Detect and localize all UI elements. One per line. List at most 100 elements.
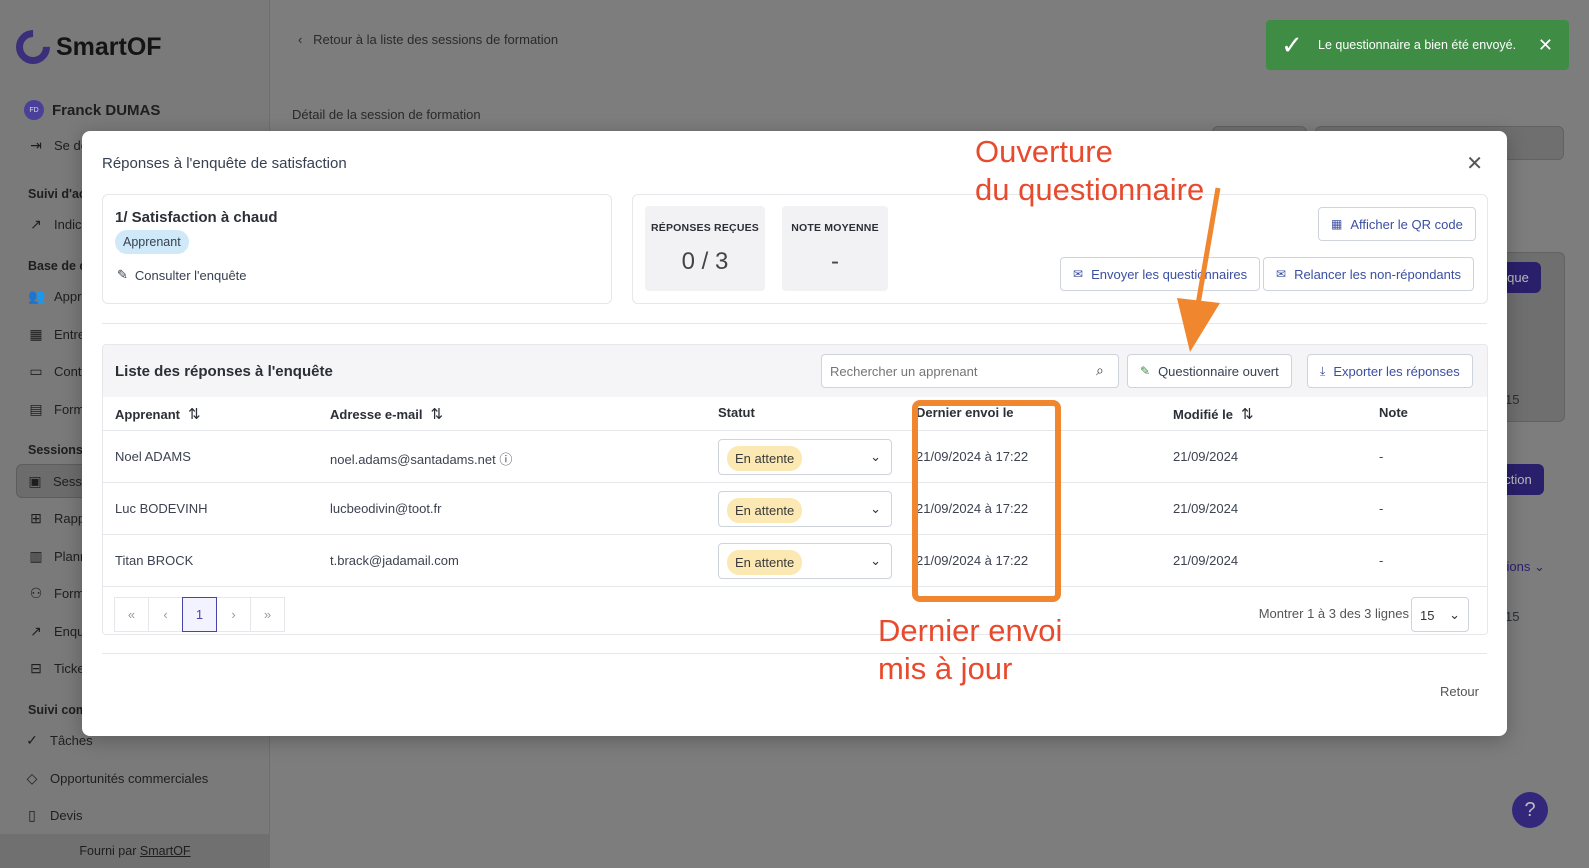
brand-logo[interactable]: SmartOF xyxy=(8,22,162,72)
modal-title: Réponses à l'enquête de satisfaction xyxy=(102,155,347,172)
chevron-down-icon: ⌄ xyxy=(870,501,881,516)
table-row: Luc BODEVINH lucbeodivin@toot.fr En atte… xyxy=(103,482,1487,534)
user-profile[interactable]: FD Franck DUMAS xyxy=(24,100,160,120)
pencil-icon: ✎ xyxy=(117,267,128,282)
users-icon: 👥 xyxy=(28,288,46,304)
sort-icon: ⇅ xyxy=(1240,406,1254,423)
sidebar-item-enquetes[interactable]: ↗ Enqu xyxy=(28,623,84,640)
modified-date: 21/09/2024 xyxy=(1173,449,1239,464)
status-select[interactable]: En attente ⌄ xyxy=(718,491,892,527)
logout-icon: ⇥ xyxy=(30,137,42,153)
success-toast: ✓ Le questionnaire a bien été envoyé. ✕ xyxy=(1266,20,1569,70)
first-page-button[interactable]: « xyxy=(114,597,149,632)
column-header-modifie[interactable]: Modifié le ⇅ xyxy=(1173,405,1254,423)
back-to-sessions-link[interactable]: ‹ Retour à la liste des sessions de form… xyxy=(298,32,558,47)
avatar: FD xyxy=(24,100,44,120)
note-value: - xyxy=(1379,449,1384,464)
chart-icon: ↗ xyxy=(30,623,42,639)
stat-average-note: NOTE MOYENNE - xyxy=(782,206,888,291)
divider xyxy=(102,323,1487,324)
check-circle-icon: ✓ xyxy=(26,732,38,748)
page-size-select[interactable]: 15 ⌄ xyxy=(1411,597,1469,632)
survey-info-card: 1/ Satisfaction à chaud Apprenant ✎ Consu… xyxy=(102,194,612,304)
modal-close-icon[interactable]: ✕ xyxy=(1466,151,1483,176)
status-select[interactable]: En attente ⌄ xyxy=(718,439,892,475)
send-questionnaires-button[interactable]: ✉ Envoyer les questionnaires xyxy=(1060,257,1261,291)
pagination: « ‹ 1 › » xyxy=(114,597,285,632)
user-name: Franck DUMAS xyxy=(52,101,161,119)
sidebar-item-apprenants[interactable]: 👥 Appre xyxy=(28,288,89,305)
search-input[interactable] xyxy=(821,354,1119,388)
column-header-statut: Statut xyxy=(718,405,755,420)
sidebar-item-planning[interactable]: ▥ Planr xyxy=(28,548,84,565)
annotation-highlight-box xyxy=(912,400,1061,602)
search-icon: ⌕ xyxy=(1096,362,1104,378)
show-qr-code-button[interactable]: ▦ Afficher le QR code xyxy=(1318,207,1476,241)
prev-page-button[interactable]: ‹ xyxy=(148,597,183,632)
logo-icon xyxy=(8,22,58,72)
sidebar-item-taches[interactable]: ✓ Tâches xyxy=(24,732,93,749)
export-responses-button[interactable]: ⤓ Exporter les réponses xyxy=(1307,354,1473,388)
info-icon[interactable]: ⓘ xyxy=(499,452,512,467)
learner-name: Titan BROCK xyxy=(115,553,194,568)
mail-icon: ✉ xyxy=(1073,267,1084,281)
status-select[interactable]: En attente ⌄ xyxy=(718,543,892,579)
footer-link[interactable]: SmartOF xyxy=(140,844,191,858)
annotation-open: Ouverture du questionnaire xyxy=(975,134,1205,207)
status-badge: En attente xyxy=(727,498,803,523)
bg-pagesize-2: 15 xyxy=(1505,609,1520,624)
mail-icon: ✉ xyxy=(1276,267,1287,281)
learner-email: noel.adams@santadams.net ⓘ xyxy=(330,452,513,467)
last-page-button[interactable]: » xyxy=(250,597,285,632)
download-icon: ⤓ xyxy=(1320,363,1326,378)
toast-close-icon[interactable]: ✕ xyxy=(1538,35,1553,56)
sidebar-item-indicateurs[interactable]: ↗ Indica xyxy=(28,216,89,233)
sidebar-item-rapports[interactable]: ⊞ Rapp xyxy=(28,510,85,527)
building-icon: ▦ xyxy=(29,326,43,342)
next-page-button[interactable]: › xyxy=(216,597,251,632)
session-detail-label: Détail de la session de formation xyxy=(292,107,481,122)
note-value: - xyxy=(1379,553,1384,568)
column-header-note: Note xyxy=(1379,405,1408,420)
sort-icon: ⇅ xyxy=(188,406,201,423)
sidebar-section-base: Base de c xyxy=(28,259,87,273)
sidebar-item-tickets[interactable]: ⊟ Ticke xyxy=(28,660,84,677)
chevron-down-icon: ⌄ xyxy=(1449,607,1460,622)
consult-survey-link[interactable]: ✎ Consulter l'enquête xyxy=(117,267,247,283)
stat-responses: RÉPONSES REÇUES 0 / 3 xyxy=(645,206,765,291)
sidebar-section-sessions: Sessions xyxy=(28,443,83,457)
sidebar-item-opportunites[interactable]: ◇ Opportunités commerciales xyxy=(24,770,209,787)
pencil-icon: ✎ xyxy=(1140,364,1151,378)
column-header-email[interactable]: Adresse e-mail ⇅ xyxy=(330,405,443,423)
chevron-down-icon: ⌄ xyxy=(870,449,881,464)
sidebar-item-formateurs[interactable]: ⚇ Form xyxy=(28,585,85,602)
check-icon: ✓ xyxy=(1281,30,1303,60)
help-button[interactable]: ? xyxy=(1512,792,1548,828)
annotation-last-sent: Dernier envoi mis à jour xyxy=(878,613,1063,686)
learner-email: lucbeodivin@toot.fr xyxy=(330,501,442,516)
remind-non-respondents-button[interactable]: ✉ Relancer les non-répondants xyxy=(1263,257,1474,291)
open-questionnaire-button[interactable]: ✎ Questionnaire ouvert xyxy=(1127,354,1292,388)
sidebar-item-contacts[interactable]: ▭ Conta xyxy=(28,363,88,380)
page-1-button[interactable]: 1 xyxy=(182,597,217,632)
sidebar-footer: Fourni par SmartOF xyxy=(0,834,270,868)
table-toolbar: Liste des réponses à l'enquête ⌕ ✎Questi… xyxy=(103,345,1487,397)
modified-date: 21/09/2024 xyxy=(1173,501,1239,516)
sidebar-item-logout[interactable]: ⇥ Se dé xyxy=(28,137,88,154)
rows-count-text: Montrer 1 à 3 des 3 lignes xyxy=(1258,606,1409,621)
sidebar-item-devis[interactable]: ▯ Devis xyxy=(24,807,82,824)
sidebar-section-suivi: Suivi d'ac xyxy=(28,187,86,201)
toast-message: Le questionnaire a bien été envoyé. xyxy=(1318,38,1517,52)
sidebar-item-formations[interactable]: ▤ Form xyxy=(28,401,84,418)
table-row: Titan BROCK t.brack@jadamail.com En atte… xyxy=(103,534,1487,586)
modified-date: 21/09/2024 xyxy=(1173,553,1239,568)
brand-name: SmartOF xyxy=(56,32,162,61)
sort-icon: ⇅ xyxy=(430,406,444,423)
note-value: - xyxy=(1379,501,1384,516)
sidebar-item-entreprises[interactable]: ▦ Entre xyxy=(28,326,85,343)
return-button[interactable]: Retour xyxy=(1440,684,1479,699)
chevron-down-icon: ⌄ xyxy=(870,553,881,568)
learner-name: Noel ADAMS xyxy=(115,449,191,464)
column-header-apprenant[interactable]: Apprenant ⇅ xyxy=(115,405,201,423)
bg-pagesize: 15 xyxy=(1505,392,1520,407)
